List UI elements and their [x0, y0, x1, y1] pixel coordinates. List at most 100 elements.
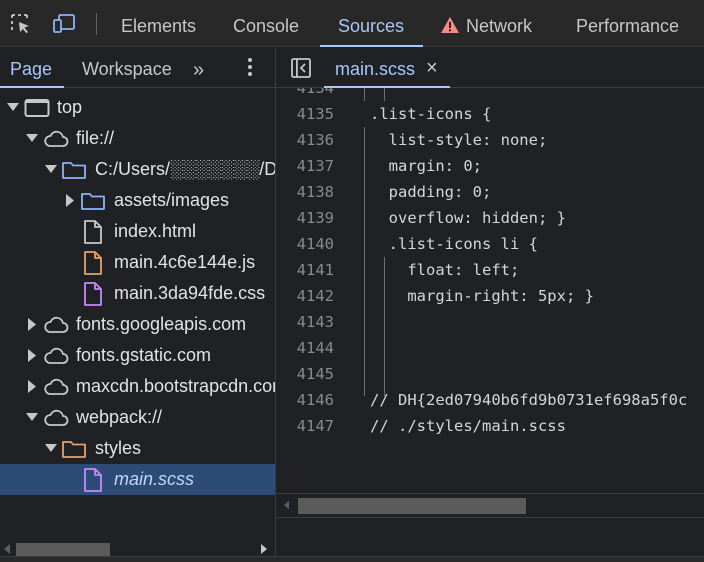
- code-line: 4134: [276, 88, 704, 101]
- file-css-icon: [84, 468, 102, 492]
- tree-item-label: file://: [76, 128, 115, 148]
- toolbar-separator: [96, 13, 97, 35]
- collapsed-arrow-icon[interactable]: [63, 185, 77, 216]
- tab-workspace[interactable]: Workspace: [82, 48, 172, 88]
- tab-elements-label: Elements: [121, 16, 197, 36]
- more-options-icon[interactable]: [244, 58, 256, 78]
- tree-item-label: C:/Users/░░░░░░░/Downloads: [95, 159, 275, 179]
- expanded-arrow-icon[interactable]: [25, 123, 39, 154]
- line-text: .list-icons li {: [370, 235, 538, 253]
- tab-console[interactable]: Console: [233, 0, 299, 47]
- tree-item-styles-folder[interactable]: styles: [0, 433, 275, 464]
- tree-item-fonts-gstatic[interactable]: fonts.gstatic.com: [0, 340, 275, 371]
- tab-performance[interactable]: Performance: [576, 0, 679, 47]
- toggle-navigator-icon[interactable]: [290, 57, 312, 79]
- frame-icon: [24, 99, 50, 117]
- code-line: 4146 // DH{2ed07940b6fd9b0731ef698a5f0c: [276, 387, 704, 413]
- tree-item-assets-images[interactable]: assets/images: [0, 185, 275, 216]
- code-line: 4138 padding: 0;: [276, 179, 704, 205]
- collapsed-arrow-icon[interactable]: [25, 309, 39, 340]
- line-number: 4135: [296, 105, 334, 123]
- line-number: 4134: [296, 88, 334, 97]
- folder-icon: [81, 193, 105, 210]
- tab-page[interactable]: Page: [0, 48, 64, 88]
- line-number: 4136: [296, 131, 334, 149]
- line-text: .list-icons {: [370, 105, 492, 123]
- source-editor: main.scss × 4134 4135 .list-icons { 4136 …: [276, 48, 704, 562]
- tree-item-webpack[interactable]: webpack://: [0, 402, 275, 433]
- tab-sources[interactable]: Sources: [320, 0, 423, 47]
- expanded-arrow-icon[interactable]: [25, 402, 39, 433]
- tab-network[interactable]: Network: [441, 0, 532, 47]
- editor-tabs: main.scss ×: [276, 48, 704, 88]
- folder-icon: [62, 441, 86, 458]
- tree-item-top[interactable]: top: [0, 92, 275, 123]
- tab-workspace-label: Workspace: [82, 59, 172, 79]
- expanded-arrow-icon[interactable]: [6, 92, 20, 123]
- line-number: 4140: [296, 235, 334, 253]
- tree-item-file-origin[interactable]: file://: [0, 123, 275, 154]
- line-number: 4147: [296, 417, 334, 435]
- code-area[interactable]: 4134 4135 .list-icons { 4136 list-style: …: [276, 88, 704, 498]
- expanded-arrow-icon[interactable]: [44, 433, 58, 464]
- expanded-arrow-icon[interactable]: [44, 154, 58, 185]
- tree-item-label: index.html: [114, 221, 197, 241]
- scrollbar-thumb[interactable]: [16, 543, 110, 557]
- file-html-icon: [84, 220, 102, 244]
- tree-item-label: main.4c6e144e.js: [114, 252, 256, 272]
- device-toolbar-icon[interactable]: [52, 12, 76, 36]
- code-line: 4143: [276, 309, 704, 335]
- line-number: 4145: [296, 365, 334, 383]
- line-number: 4142: [296, 287, 334, 305]
- tree-item-label: fonts.googleapis.com: [76, 314, 247, 334]
- scroll-left-arrow-icon[interactable]: [284, 501, 289, 509]
- code-line: 4136 list-style: none;: [276, 127, 704, 153]
- tree-item-maxcdn[interactable]: maxcdn.bootstrapcdn.com: [0, 371, 275, 402]
- code-line: 4137 margin: 0;: [276, 153, 704, 179]
- tab-elements[interactable]: Elements: [121, 0, 196, 47]
- line-text: overflow: hidden; }: [370, 209, 566, 227]
- collapsed-arrow-icon[interactable]: [25, 340, 39, 371]
- code-line: 4135 .list-icons {: [276, 101, 704, 127]
- tree-item-index-html[interactable]: index.html: [0, 216, 275, 247]
- line-text: margin: 0;: [370, 157, 482, 175]
- tree-item-fonts-googleapis[interactable]: fonts.googleapis.com: [0, 309, 275, 340]
- tab-network-label: Network: [466, 16, 533, 36]
- file-js-icon: [84, 251, 102, 275]
- tree-item-label: styles: [95, 438, 142, 458]
- line-text: // ./styles/main.scss: [370, 417, 566, 435]
- devtools-toolbar: Elements Console Sources Network Perform…: [0, 0, 704, 47]
- more-tabs-icon[interactable]: »: [193, 59, 204, 82]
- editor-horizontal-scrollbar[interactable]: [276, 493, 704, 517]
- scroll-left-arrow-icon[interactable]: [4, 544, 10, 554]
- tree-item-label: fonts.gstatic.com: [76, 345, 212, 365]
- code-line: 4144: [276, 335, 704, 361]
- tree-item-main-css[interactable]: main.3da94fde.css: [0, 278, 275, 309]
- line-text: // DH{2ed07940b6fd9b0731ef698a5f0c: [370, 391, 688, 409]
- editor-tab-label: main.scss: [335, 59, 416, 79]
- scroll-right-arrow-icon[interactable]: [261, 544, 267, 554]
- scrollbar-thumb[interactable]: [298, 498, 526, 514]
- warning-icon: [441, 17, 459, 33]
- tab-console-label: Console: [233, 16, 300, 36]
- collapsed-arrow-icon[interactable]: [25, 371, 39, 402]
- cloud-icon: [44, 347, 69, 364]
- line-text: margin-right: 5px; }: [370, 287, 594, 305]
- editor-tab-main-scss[interactable]: main.scss ×: [324, 48, 450, 88]
- code-line: 4141 float: left;: [276, 257, 704, 283]
- tree-item-label: main.3da94fde.css: [114, 283, 266, 303]
- tree-item-local-folder[interactable]: C:/Users/░░░░░░░/Downloads: [0, 154, 275, 185]
- code-line: 4140 .list-icons li {: [276, 231, 704, 257]
- line-text: padding: 0;: [370, 183, 492, 201]
- cloud-icon: [44, 409, 69, 426]
- line-text: list-style: none;: [370, 131, 548, 149]
- inspect-element-icon[interactable]: [9, 12, 33, 36]
- close-icon[interactable]: ×: [426, 48, 438, 88]
- line-number: 4137: [296, 157, 334, 175]
- file-css-icon: [84, 282, 102, 306]
- tree-item-main-js[interactable]: main.4c6e144e.js: [0, 247, 275, 278]
- cloud-icon: [44, 130, 69, 147]
- line-number: 4144: [296, 339, 334, 357]
- tree-item-main-scss[interactable]: main.scss: [0, 464, 275, 495]
- line-number: 4139: [296, 209, 334, 227]
